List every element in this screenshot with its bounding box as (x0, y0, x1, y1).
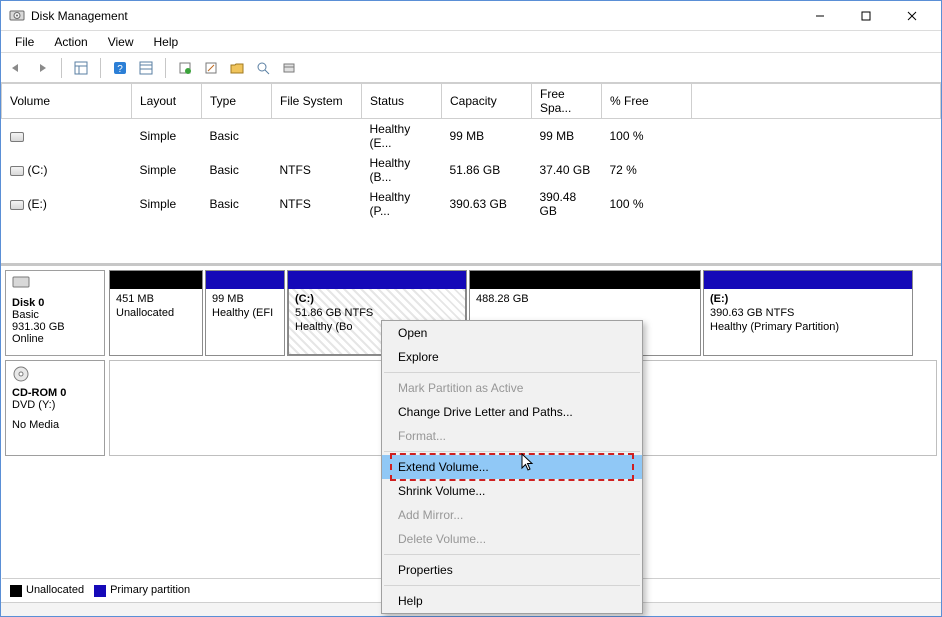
partition-size: 488.28 GB (476, 293, 529, 305)
minimize-button[interactable] (797, 2, 843, 30)
context-menu-item[interactable]: Help (382, 589, 642, 613)
toolbar-icon-c[interactable] (278, 57, 300, 79)
menu-help[interactable]: Help (146, 33, 187, 51)
col-volume[interactable]: Volume (2, 84, 132, 119)
menu-action[interactable]: Action (46, 33, 95, 51)
disk-icon (12, 275, 30, 293)
partition-stripe (288, 271, 466, 289)
col-free[interactable]: Free Spa... (532, 84, 602, 119)
window-title: Disk Management (31, 9, 128, 23)
maximize-button[interactable] (843, 2, 889, 30)
close-button[interactable] (889, 2, 935, 30)
context-menu-item[interactable]: Change Drive Letter and Paths... (382, 400, 642, 424)
toolbar-icon-b[interactable] (200, 57, 222, 79)
context-menu: OpenExplore Mark Partition as ActiveChang… (381, 320, 643, 614)
context-menu-item: Format... (382, 424, 642, 448)
volume-list[interactable]: Volume Layout Type File System Status Ca… (1, 83, 941, 263)
col-pct[interactable]: % Free (602, 84, 692, 119)
toolbar-icon-a[interactable] (174, 57, 196, 79)
partition-size: 51.86 GB NTFS (295, 307, 373, 319)
table-row[interactable]: (C:) Simple Basic NTFS Healthy (B... 51.… (2, 153, 941, 187)
partition-size: 451 MB (116, 293, 154, 305)
context-menu-item[interactable]: Shrink Volume... (382, 479, 642, 503)
partition-status: Healthy (Bo (295, 321, 352, 333)
highlight-annotation (390, 453, 634, 481)
context-menu-item: Delete Volume... (382, 527, 642, 551)
partition-stripe (110, 271, 202, 289)
context-menu-item[interactable]: Explore (382, 345, 642, 369)
toolbar-view-icon[interactable] (70, 57, 92, 79)
cdrom-label[interactable]: CD-ROM 0 DVD (Y:) No Media (5, 360, 105, 456)
context-menu-item[interactable]: Open (382, 321, 642, 345)
toolbar-search-icon[interactable] (252, 57, 274, 79)
menu-separator (384, 585, 640, 586)
disk-label[interactable]: Disk 0 Basic 931.30 GB Online (5, 270, 105, 356)
table-row[interactable]: (E:) Simple Basic NTFS Healthy (P... 390… (2, 187, 941, 221)
legend-unallocated-swatch (10, 585, 22, 597)
cdrom-icon (12, 365, 30, 383)
context-menu-item: Add Mirror... (382, 503, 642, 527)
svg-text:?: ? (117, 64, 123, 75)
partition-status: Healthy (Primary Partition) (710, 321, 839, 333)
back-button[interactable] (5, 57, 27, 79)
menu-separator (384, 554, 640, 555)
partition-status: Healthy (EFI (212, 307, 273, 319)
app-icon (9, 8, 25, 24)
menu-separator (384, 451, 640, 452)
partition[interactable]: 99 MB Healthy (EFI (205, 270, 285, 356)
context-menu-item[interactable]: Extend Volume... (382, 455, 642, 479)
volume-icon (10, 200, 24, 210)
menubar: File Action View Help (1, 31, 941, 53)
toolbar: ? (1, 53, 941, 83)
partition-status: Unallocated (116, 307, 174, 319)
context-menu-item: Mark Partition as Active (382, 376, 642, 400)
volume-icon (10, 166, 24, 176)
volume-table: Volume Layout Type File System Status Ca… (1, 83, 941, 221)
partition-stripe (470, 271, 700, 289)
col-capacity[interactable]: Capacity (442, 84, 532, 119)
partition-title: (E:) (710, 293, 728, 305)
menu-file[interactable]: File (7, 33, 42, 51)
context-menu-item[interactable]: Properties (382, 558, 642, 582)
help-icon[interactable]: ? (109, 57, 131, 79)
col-layout[interactable]: Layout (132, 84, 202, 119)
partition-title: (C:) (295, 293, 314, 305)
partition-stripe (206, 271, 284, 289)
partition-size: 99 MB (212, 293, 244, 305)
toolbar-settings-icon[interactable] (135, 57, 157, 79)
toolbar-folder-icon[interactable] (226, 57, 248, 79)
menu-view[interactable]: View (100, 33, 142, 51)
titlebar: Disk Management (1, 1, 941, 31)
menu-separator (384, 372, 640, 373)
partition-stripe (704, 271, 912, 289)
partition[interactable]: 451 MB Unallocated (109, 270, 203, 356)
col-status[interactable]: Status (362, 84, 442, 119)
forward-button[interactable] (31, 57, 53, 79)
volume-icon (10, 132, 24, 142)
partition[interactable]: (E:) 390.63 GB NTFS Healthy (Primary Parti… (703, 270, 913, 356)
partition-size: 390.63 GB NTFS (710, 307, 794, 319)
table-row[interactable]: Simple Basic Healthy (E... 99 MB 99 MB 1… (2, 119, 941, 154)
col-fs[interactable]: File System (272, 84, 362, 119)
col-type[interactable]: Type (202, 84, 272, 119)
legend-primary-swatch (94, 585, 106, 597)
